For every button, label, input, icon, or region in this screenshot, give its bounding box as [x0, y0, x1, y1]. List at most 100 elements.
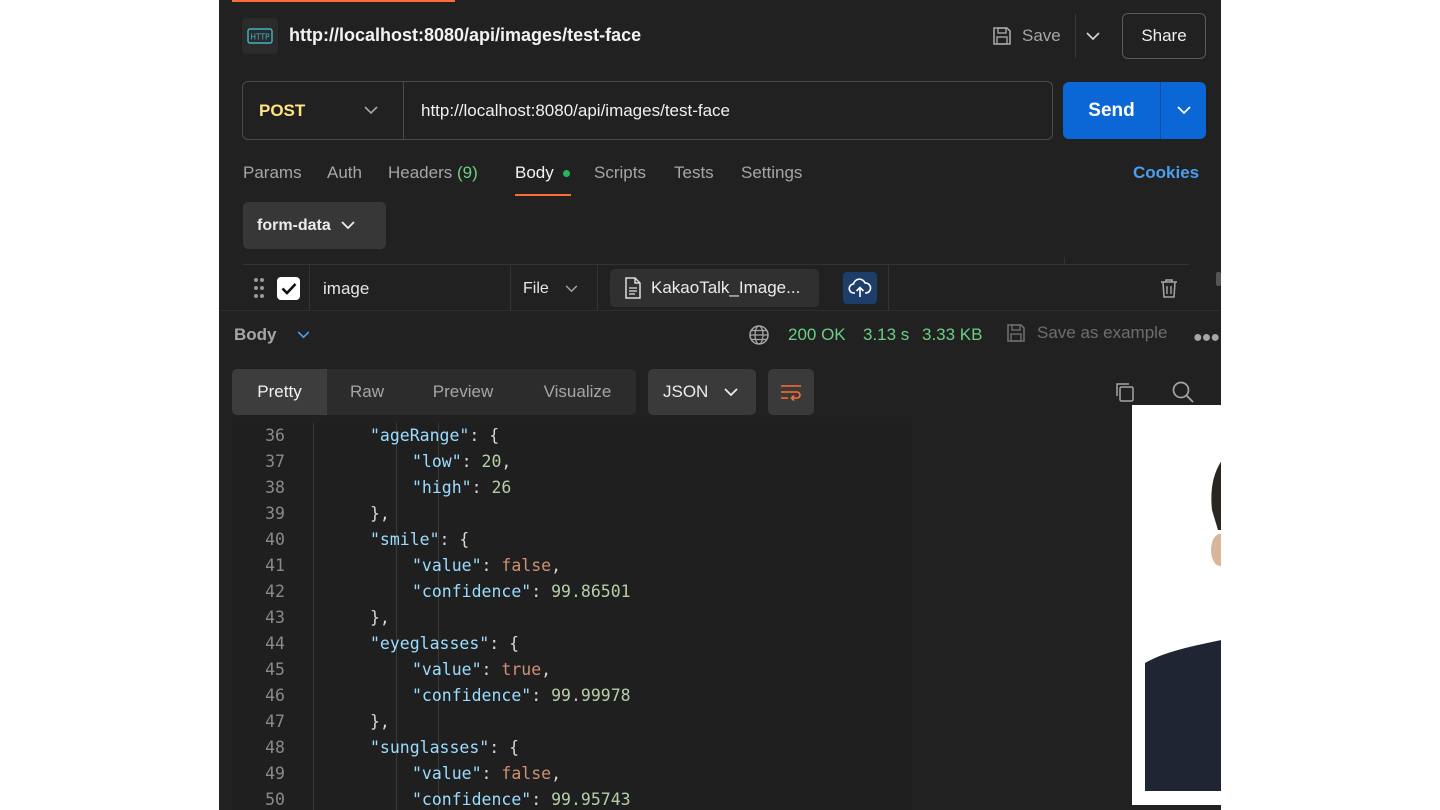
code-token: , — [551, 556, 562, 575]
share-button[interactable]: Share — [1122, 13, 1206, 59]
line-number: 43 — [265, 608, 285, 627]
save-example-label: Save as example — [1037, 323, 1168, 342]
code-token: "low" — [412, 452, 462, 471]
tab-tests[interactable]: Tests — [674, 163, 714, 183]
cell-divider — [510, 265, 511, 311]
code-line: 43}, — [232, 605, 912, 631]
more-options-icon[interactable]: ●●● — [1193, 329, 1220, 347]
code-text: "confidence": 99.95743 — [412, 787, 631, 810]
active-tab-underline — [515, 194, 571, 196]
wrap-lines-icon[interactable] — [768, 369, 814, 415]
file-icon — [625, 277, 641, 299]
code-token: : { — [469, 426, 500, 445]
code-text: }, — [370, 501, 390, 527]
response-code-view[interactable]: 36 "ageRange": {37 "low": 20, 38 "high": 26 3… — [232, 423, 912, 810]
response-body-toggle[interactable]: Body — [234, 325, 310, 345]
code-token: "value" — [412, 764, 482, 783]
save-label: Save — [1022, 26, 1061, 45]
copy-icon[interactable] — [1114, 381, 1136, 403]
code-token: "ageRange" — [370, 426, 470, 445]
search-icon[interactable] — [1171, 380, 1195, 404]
cell-divider — [597, 265, 598, 311]
line-number: 39 — [265, 504, 285, 523]
code-text: "high": 26 — [412, 475, 511, 501]
request-title[interactable]: http://localhost:8080/api/images/test-fa… — [289, 25, 641, 46]
response-time[interactable]: 3.13 s — [863, 325, 909, 345]
param-enabled-checkbox[interactable] — [277, 277, 300, 300]
code-token: : { — [489, 738, 520, 757]
tab-headers[interactable]: Headers (9) — [388, 163, 478, 183]
code-token: "value" — [412, 556, 482, 575]
save-as-example-button[interactable]: Save as example — [1005, 322, 1167, 344]
globe-icon[interactable] — [748, 324, 770, 346]
active-tab-indicator — [232, 0, 455, 2]
view-tab-preview[interactable]: Preview — [407, 369, 519, 415]
code-line: 46 "confidence": 99.99978 — [232, 683, 912, 709]
view-tab-visualize[interactable]: Visualize — [519, 369, 636, 415]
response-format-select[interactable]: JSON — [648, 369, 756, 415]
body-mode-label: form-data — [257, 216, 331, 234]
save-button[interactable]: Save — [991, 22, 1061, 50]
response-size[interactable]: 3.33 KB — [922, 325, 983, 345]
line-number: 41 — [265, 556, 285, 575]
drag-handle-icon[interactable] — [253, 277, 265, 299]
code-token: : — [471, 478, 492, 497]
line-number: 42 — [265, 582, 285, 601]
code-line: 40 "smile": { — [232, 527, 912, 553]
form-data-row: image File KakaoTalk_Image... — [243, 257, 1189, 311]
body-mode-select[interactable]: form-data — [243, 202, 386, 249]
cloud-upload-icon[interactable] — [843, 272, 877, 304]
send-button[interactable]: Send — [1063, 82, 1160, 139]
param-type-label: File — [523, 280, 549, 297]
param-type-select[interactable]: File — [523, 280, 578, 298]
chevron-down-icon — [341, 221, 355, 230]
url-input[interactable]: http://localhost:8080/api/images/test-fa… — [421, 101, 730, 121]
code-token: : — [461, 452, 482, 471]
tab-headers-label: Headers — [388, 163, 453, 182]
send-options-button[interactable] — [1160, 82, 1206, 139]
line-number: 47 — [265, 712, 285, 731]
tab-scripts[interactable]: Scripts — [594, 163, 646, 183]
view-tab-pretty[interactable]: Pretty — [232, 369, 327, 415]
line-number: 45 — [265, 660, 285, 679]
code-text: "value": false, — [412, 761, 561, 787]
code-text: "confidence": 99.86501 — [412, 579, 631, 605]
code-token: : — [531, 790, 552, 809]
code-token: "smile" — [370, 530, 440, 549]
tab-auth[interactable]: Auth — [327, 163, 362, 183]
response-status[interactable]: 200 OK — [788, 325, 846, 345]
code-line: 38 "high": 26 — [232, 475, 912, 501]
code-token: false — [501, 764, 552, 783]
code-line: 47}, — [232, 709, 912, 735]
param-key-input[interactable]: image — [323, 279, 369, 299]
trash-icon[interactable] — [1160, 278, 1178, 298]
chevron-down-icon[interactable] — [360, 99, 382, 121]
code-token: "value" — [412, 660, 482, 679]
url-bar: POST http://localhost:8080/api/images/te… — [242, 81, 1053, 140]
tab-params[interactable]: Params — [243, 163, 302, 183]
code-line: 37 "low": 20, — [232, 449, 912, 475]
save-options-chevron-icon[interactable] — [1081, 24, 1105, 48]
code-text: "low": 20, — [412, 449, 511, 475]
line-number: 38 — [265, 478, 285, 497]
code-token: "high" — [412, 478, 472, 497]
code-text: "value": false, — [412, 553, 561, 579]
checkmark-icon — [281, 283, 296, 295]
code-token: : — [481, 660, 502, 679]
code-token: 26 — [491, 478, 512, 497]
line-number: 46 — [265, 686, 285, 705]
view-tab-raw[interactable]: Raw — [327, 369, 407, 415]
code-line: 49 "value": false, — [232, 761, 912, 787]
line-number: 49 — [265, 764, 285, 783]
line-number: 48 — [265, 738, 285, 757]
tab-settings[interactable]: Settings — [741, 163, 802, 183]
code-token: }, — [370, 712, 390, 731]
scrollbar-thumb[interactable] — [1216, 272, 1221, 286]
cookies-link[interactable]: Cookies — [1133, 163, 1199, 183]
file-chip[interactable]: KakaoTalk_Image... — [610, 269, 819, 307]
code-token: "sunglasses" — [370, 738, 490, 757]
http-icon: HTTP — [242, 18, 278, 54]
tab-body[interactable]: Body — [515, 163, 554, 183]
code-text: }, — [370, 605, 390, 631]
save-icon — [1007, 324, 1025, 342]
